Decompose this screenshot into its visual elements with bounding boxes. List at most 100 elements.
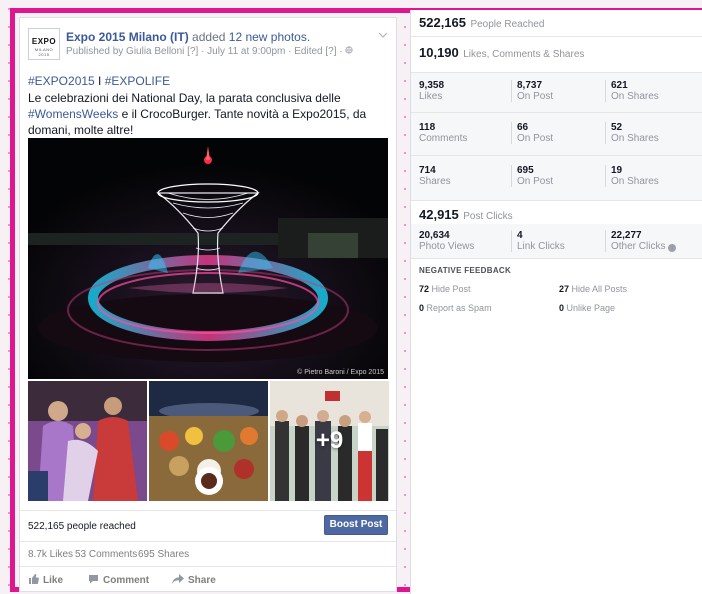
likes-on-shares-label: On Shares bbox=[611, 91, 659, 102]
share-label: Share bbox=[188, 575, 216, 586]
engagement-stat: 10,190 Likes, Comments & Shares bbox=[419, 44, 702, 62]
column-divider bbox=[605, 80, 606, 102]
share-arrow-icon bbox=[172, 574, 184, 587]
comment-label: Comment bbox=[103, 575, 150, 586]
shares-on-shares-cell: 19 On Shares bbox=[611, 165, 659, 187]
hashtag-expolife[interactable]: #EXPOLIFE bbox=[105, 74, 170, 88]
shares-total-cell: 714 Shares bbox=[419, 165, 451, 187]
post-card: EXPO MILANO 2015 Expo 2015 Milano (IT) a… bbox=[19, 17, 397, 592]
other-clicks-value: 22,277 bbox=[611, 230, 642, 241]
divider bbox=[411, 258, 702, 259]
column-divider bbox=[605, 165, 606, 187]
post-message: Le celebrazioni dei National Day, la par… bbox=[28, 90, 390, 138]
page-name-link[interactable]: Expo 2015 Milano (IT) bbox=[66, 30, 189, 44]
engagement-label: Likes, Comments & Shares bbox=[463, 49, 585, 60]
logo-text: EXPO bbox=[31, 37, 57, 46]
divider bbox=[411, 155, 702, 156]
unlike-page-value: 0 bbox=[559, 303, 565, 313]
photo-count-link[interactable]: 12 new photos. bbox=[229, 30, 310, 44]
tree-of-life-image bbox=[28, 138, 388, 379]
column-divider bbox=[605, 122, 606, 144]
shares-on-shares-label: On Shares bbox=[611, 176, 659, 187]
info-icon[interactable]: i bbox=[668, 244, 677, 252]
post-meta-line: Published by Giulia Belloni [?] · July 1… bbox=[66, 46, 354, 57]
thumbnail-1[interactable] bbox=[28, 381, 147, 501]
people-reached-stat: 522,165 People Reached bbox=[419, 14, 702, 32]
comments-count-link[interactable]: 53 Comments bbox=[75, 549, 137, 560]
post-insights-panel: 522,165 People Reached 10,190 Likes, Com… bbox=[410, 10, 702, 594]
link-clicks-label: Link Clicks bbox=[517, 241, 565, 252]
likes-on-post-value: 8,737 bbox=[517, 80, 543, 91]
post-clicks-label: Post Clicks bbox=[463, 211, 513, 222]
shares-on-post-cell: 695 On Post bbox=[517, 165, 553, 187]
thumbnail-food-table-image bbox=[149, 381, 268, 501]
thumbnail-2[interactable] bbox=[149, 381, 268, 501]
negative-feedback-title: NEGATIVE FEEDBACK bbox=[419, 266, 512, 275]
column-divider bbox=[511, 122, 512, 144]
hashtag-expo2015[interactable]: #EXPO2015 bbox=[28, 74, 95, 88]
post-author-line: Expo 2015 Milano (IT) added 12 new photo… bbox=[66, 30, 310, 44]
hide-post-label: Hide Post bbox=[431, 284, 471, 294]
unlike-page-stat: 0 Unlike Page bbox=[559, 303, 615, 313]
people-reached-text[interactable]: 522,165 people reached bbox=[28, 521, 136, 532]
photo-views-value: 20,634 bbox=[419, 230, 450, 241]
hashtag-womensweeks[interactable]: #WomensWeeks bbox=[28, 107, 118, 121]
divider bbox=[411, 72, 702, 73]
report-spam-stat: 0 Report as Spam bbox=[419, 303, 492, 313]
divider bbox=[411, 36, 702, 37]
comment-icon bbox=[88, 574, 99, 587]
comments-total-value: 118 bbox=[419, 122, 436, 133]
unlike-page-label: Unlike Page bbox=[566, 303, 616, 313]
shares-count-link[interactable]: 695 Shares bbox=[138, 549, 189, 560]
post-hashtags: #EXPO2015 I #EXPOLIFE bbox=[28, 74, 170, 88]
other-clicks-cell: 22,277 Other Clicks i bbox=[611, 230, 677, 252]
added-text: added bbox=[192, 30, 226, 44]
post-meta-text[interactable]: Published by Giulia Belloni [?] · July 1… bbox=[66, 46, 343, 57]
comments-on-post-cell: 66 On Post bbox=[517, 122, 553, 144]
comments-on-post-value: 66 bbox=[517, 122, 529, 133]
main-photo[interactable]: © Pietro Baroni / Expo 2015 bbox=[28, 138, 388, 379]
share-button[interactable]: Share bbox=[172, 574, 216, 587]
report-spam-value: 0 bbox=[419, 303, 425, 313]
post-header: EXPO MILANO 2015 Expo 2015 Milano (IT) a… bbox=[28, 28, 390, 68]
engagement-stats-row: 8.7k Likes 53 Comments 695 Shares bbox=[20, 541, 396, 565]
divider bbox=[411, 200, 702, 201]
likes-on-shares-cell: 621 On Shares bbox=[611, 80, 659, 102]
column-divider bbox=[511, 230, 512, 252]
comments-on-shares-value: 52 bbox=[611, 122, 623, 133]
other-clicks-label: Other Clicks bbox=[611, 241, 666, 252]
hide-all-posts-stat: 27 Hide All Posts bbox=[559, 284, 627, 294]
link-clicks-cell: 4 Link Clicks bbox=[517, 230, 565, 252]
likes-on-post-label: On Post bbox=[517, 91, 554, 102]
post-actions-row: Like Comment Share bbox=[20, 566, 396, 592]
shares-total-value: 714 bbox=[419, 165, 436, 176]
boost-post-button[interactable]: Boost Post bbox=[324, 515, 388, 535]
page-logo[interactable]: EXPO MILANO 2015 bbox=[28, 28, 60, 60]
likes-total-value: 9,358 bbox=[419, 80, 445, 91]
more-photos-count[interactable]: +9 bbox=[270, 381, 389, 501]
comment-button[interactable]: Comment bbox=[88, 574, 149, 587]
photo-views-label: Photo Views bbox=[419, 241, 475, 252]
comments-total-label: Comments bbox=[419, 133, 468, 144]
hide-post-stat: 72 Hide Post bbox=[419, 284, 471, 294]
column-divider bbox=[511, 80, 512, 102]
like-button[interactable]: Like bbox=[28, 574, 63, 587]
likes-total-label: Likes bbox=[419, 91, 443, 102]
comments-total-cell: 118 Comments bbox=[419, 122, 467, 144]
column-divider bbox=[605, 230, 606, 252]
chevron-down-icon[interactable] bbox=[378, 30, 388, 41]
people-reached-label: People Reached bbox=[470, 19, 545, 30]
report-spam-label: Report as Spam bbox=[426, 303, 492, 313]
thumbnail-3[interactable]: +9 bbox=[270, 381, 389, 501]
globe-icon bbox=[345, 46, 354, 57]
shares-on-post-label: On Post bbox=[517, 176, 554, 187]
likes-total-cell: 9,358 Likes bbox=[419, 80, 444, 102]
comments-on-shares-cell: 52 On Shares bbox=[611, 122, 659, 144]
thumbnail-dancers-image bbox=[28, 381, 147, 501]
shares-on-post-value: 695 bbox=[517, 165, 534, 176]
photo-credit: © Pietro Baroni / Expo 2015 bbox=[297, 369, 384, 376]
likes-count-link[interactable]: 8.7k Likes bbox=[28, 549, 73, 560]
column-divider bbox=[511, 165, 512, 187]
shares-total-label: Shares bbox=[419, 176, 451, 187]
logo-subtext: MILANO 2015 bbox=[34, 47, 54, 57]
